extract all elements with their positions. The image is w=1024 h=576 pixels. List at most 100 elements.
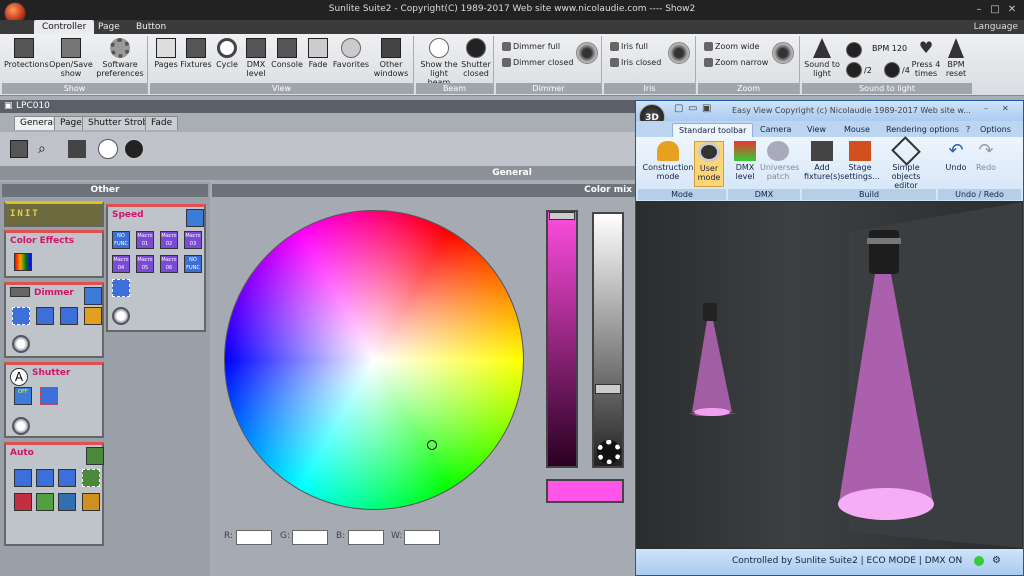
tab-controller[interactable]: Controller xyxy=(34,20,95,34)
speed-effect-icon[interactable] xyxy=(112,279,130,297)
simple-objects-editor-button[interactable]: Simple objects editor xyxy=(880,136,932,190)
cycle-button[interactable]: Cycle xyxy=(214,38,240,69)
macro-button-2[interactable]: Macro 01 xyxy=(136,231,154,249)
card-speed[interactable]: Speed NO FUNC Macro 01 Macro 02 Macro 03… xyxy=(106,204,206,332)
user-mode-button[interactable]: User mode xyxy=(694,141,724,187)
card-shutter[interactable]: Shutter A OFF xyxy=(4,362,104,438)
white-circle-button[interactable] xyxy=(98,139,118,159)
add-fixtures-button[interactable]: Add fixture(s) xyxy=(804,141,840,181)
ev-dmx-level-button[interactable]: DMX level xyxy=(730,141,760,181)
macro-button-3[interactable]: Macro 02 xyxy=(160,231,178,249)
favorites-button[interactable]: Favorites xyxy=(332,38,370,69)
macro-button-8[interactable]: NO FUNC xyxy=(184,255,202,273)
ev-close-icon[interactable]: ✕ xyxy=(1002,104,1009,113)
tab-mouse[interactable]: Mouse xyxy=(838,123,876,137)
software-preferences-button[interactable]: Software preferences xyxy=(94,38,146,78)
white-fader-handle[interactable] xyxy=(595,384,621,394)
console-button[interactable]: Console xyxy=(270,38,304,69)
white-fader[interactable] xyxy=(592,212,624,468)
sound-to-light-button[interactable]: Sound to light xyxy=(804,38,840,78)
shutter-closed-button[interactable]: Shutter closed xyxy=(460,38,492,78)
color-intensity-fader[interactable] xyxy=(546,210,578,468)
bpm-reset-button[interactable]: BPM reset xyxy=(942,38,970,78)
undo-button[interactable]: ↶ Undo xyxy=(942,141,970,173)
status-settings-icon[interactable]: ⚙ xyxy=(992,555,1001,566)
macro-button-4[interactable]: Macro 03 xyxy=(184,231,202,249)
tab-standard-toolbar[interactable]: Standard toolbar xyxy=(672,123,754,137)
div2-button[interactable] xyxy=(846,62,862,78)
tab-view[interactable]: View xyxy=(801,123,832,137)
color-wheel[interactable] xyxy=(224,210,524,510)
tab-rendering-options[interactable]: Rendering options xyxy=(880,123,965,137)
speed-knob[interactable] xyxy=(112,307,130,325)
macro-button-7[interactable]: Macro 06 xyxy=(160,255,178,273)
card-dimmer[interactable]: Dimmer xyxy=(4,282,104,358)
dimmer-speed-knob[interactable] xyxy=(12,335,30,353)
dimmer-ramp-icon[interactable] xyxy=(84,287,102,305)
auto-prog-4-icon[interactable] xyxy=(14,493,32,511)
dimmer-effect-3-icon[interactable] xyxy=(60,307,78,325)
card-auto[interactable]: Auto xyxy=(4,442,104,546)
options-menu[interactable]: Options xyxy=(974,123,1017,137)
3d-viewport[interactable] xyxy=(637,202,1022,548)
auto-prog-5-icon[interactable] xyxy=(36,493,54,511)
tab-button[interactable]: Button xyxy=(128,20,174,34)
open-save-show-button[interactable]: Open/Save show xyxy=(48,38,94,78)
redo-button[interactable]: ↷ Redo xyxy=(972,141,1000,173)
dimmer-effect-2-icon[interactable] xyxy=(36,307,54,325)
macro-button-6[interactable]: Macro 05 xyxy=(136,255,154,273)
dimmer-knob[interactable] xyxy=(576,42,598,64)
search-icon[interactable]: ⌕ xyxy=(38,140,56,158)
maximize-icon[interactable]: □ xyxy=(988,3,1002,16)
shutter-speed-knob[interactable] xyxy=(12,417,30,435)
color-effect-icon[interactable] xyxy=(14,253,32,271)
dimmer-full-button[interactable]: Dimmer full xyxy=(502,42,560,51)
shutter-off-button[interactable]: OFF xyxy=(14,387,32,405)
tab-fade[interactable]: Fade xyxy=(145,116,179,130)
save-icon[interactable]: ▣ xyxy=(702,103,711,114)
new-file-icon[interactable]: ▢ xyxy=(674,103,683,114)
b-input[interactable] xyxy=(348,530,384,545)
color-fader-handle[interactable] xyxy=(549,212,575,220)
other-windows-button[interactable]: Other windows xyxy=(370,38,412,78)
black-circle-button[interactable] xyxy=(124,139,144,159)
iris-full-button[interactable]: Iris full xyxy=(610,42,648,51)
r-input[interactable] xyxy=(236,530,272,545)
construction-mode-button[interactable]: Construction mode xyxy=(640,141,696,181)
zoom-wide-button[interactable]: Zoom wide xyxy=(704,42,759,51)
dimmer-effect-4-icon[interactable] xyxy=(84,307,102,325)
div4-button[interactable] xyxy=(884,62,900,78)
dmx-level-button[interactable]: DMX level xyxy=(242,38,270,78)
universes-patch-button[interactable]: Universes patch xyxy=(760,141,799,181)
g-input[interactable] xyxy=(292,530,328,545)
stage-settings-button[interactable]: Stage settings... xyxy=(840,141,880,181)
auto-prog-2-icon[interactable] xyxy=(58,469,76,487)
fixtures-button[interactable]: Fixtures xyxy=(180,38,212,69)
close-icon[interactable]: ✕ xyxy=(1005,3,1019,16)
shutter-strobe-icon[interactable] xyxy=(40,387,58,405)
monitor-icon[interactable] xyxy=(10,140,28,158)
w-input[interactable] xyxy=(404,530,440,545)
macro-button-5[interactable]: Macro 04 xyxy=(112,255,130,273)
card-color-effects[interactable]: Color Effects xyxy=(4,230,104,278)
dimmer-effect-1-icon[interactable] xyxy=(12,307,30,325)
tab-page[interactable]: Page xyxy=(90,20,128,34)
gear-icon[interactable] xyxy=(597,440,621,464)
iris-knob[interactable] xyxy=(668,42,690,64)
auto-prog-6-icon[interactable] xyxy=(58,493,76,511)
press-4-times-button[interactable]: ♥ Press 4 times xyxy=(910,38,942,78)
fade-button[interactable]: Fade xyxy=(306,38,330,69)
iris-closed-button[interactable]: Iris closed xyxy=(610,58,661,67)
auto-prog-1-icon[interactable] xyxy=(36,469,54,487)
card-init[interactable]: INIT xyxy=(4,201,104,227)
protections-button[interactable]: Protections xyxy=(4,38,49,69)
minimize-icon[interactable]: – xyxy=(972,3,986,16)
ev-minimize-icon[interactable]: – xyxy=(984,104,988,113)
color-picker-cursor[interactable] xyxy=(427,440,437,450)
dimmer-closed-button[interactable]: Dimmer closed xyxy=(502,58,573,67)
auto-sound-icon[interactable] xyxy=(82,493,100,511)
tab-camera[interactable]: Camera xyxy=(754,123,797,137)
pages-button[interactable]: Pages xyxy=(152,38,180,69)
zoom-knob[interactable] xyxy=(772,42,794,64)
open-folder-icon[interactable]: ▭ xyxy=(688,103,697,114)
